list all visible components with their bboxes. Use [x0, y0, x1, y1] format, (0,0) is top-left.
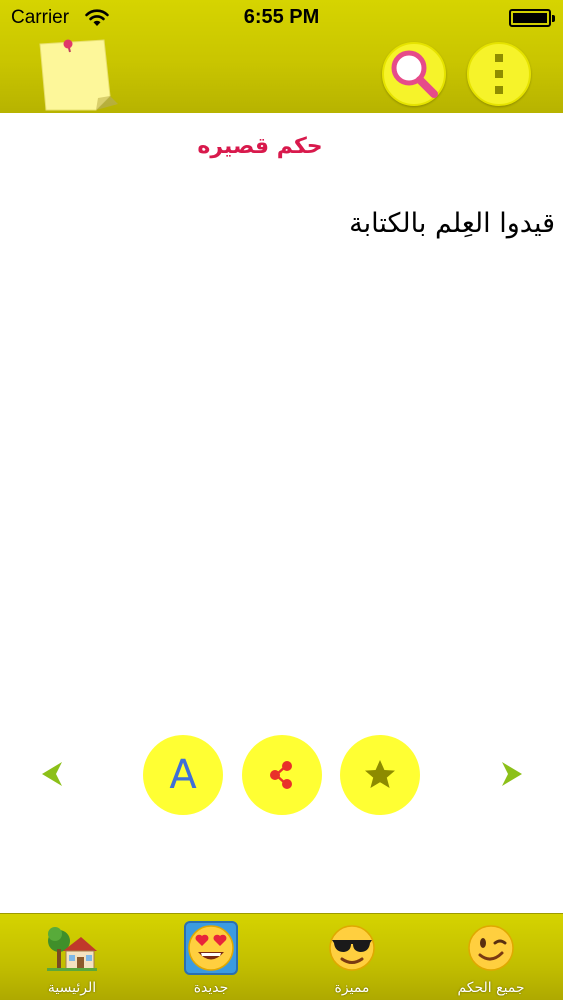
top-bar: Carrier 6:55 PM	[0, 0, 563, 113]
status-bar: Carrier 6:55 PM	[0, 0, 563, 38]
more-menu-button[interactable]	[467, 42, 531, 106]
magnifier-icon	[391, 50, 438, 98]
font-icon: A	[169, 752, 197, 798]
quote-text: قيدوا العِلم بالكتابة	[349, 208, 555, 239]
search-button[interactable]	[382, 42, 446, 106]
chevron-right-icon[interactable]	[496, 758, 526, 790]
status-time: 6:55 PM	[243, 6, 320, 28]
tab-label-new: جديدة	[193, 980, 229, 996]
winking-emoji-icon	[468, 925, 514, 971]
star-icon	[365, 760, 395, 788]
tab-label-featured: مميزة	[334, 980, 370, 996]
share-icon	[270, 761, 292, 789]
vertical-dots-icon	[495, 54, 503, 94]
house-tree-icon	[47, 927, 97, 971]
tab-label-all-quotes: جميع الحكم	[457, 980, 525, 996]
battery-icon	[509, 9, 555, 27]
tab-home[interactable]: الرئيسية	[7, 914, 137, 1000]
heart-eyes-emoji-icon	[188, 925, 234, 971]
tab-bar: الرئيسية جديدة مميزة جميع الحكم	[0, 913, 563, 1000]
tab-new[interactable]: جديدة	[146, 914, 276, 1000]
tab-all-quotes[interactable]: جميع الحكم	[426, 914, 556, 1000]
chevron-left-icon[interactable]	[38, 758, 68, 790]
favorite-button[interactable]	[340, 735, 420, 815]
tab-label-home: الرئيسية	[47, 980, 97, 996]
font-size-button[interactable]: A	[143, 735, 223, 815]
sunglasses-emoji-icon	[329, 925, 375, 971]
category-title: حكم قصيره	[197, 134, 323, 159]
tab-featured[interactable]: مميزة	[287, 914, 417, 1000]
share-button[interactable]	[242, 735, 322, 815]
sticky-note-icon[interactable]	[32, 38, 118, 112]
